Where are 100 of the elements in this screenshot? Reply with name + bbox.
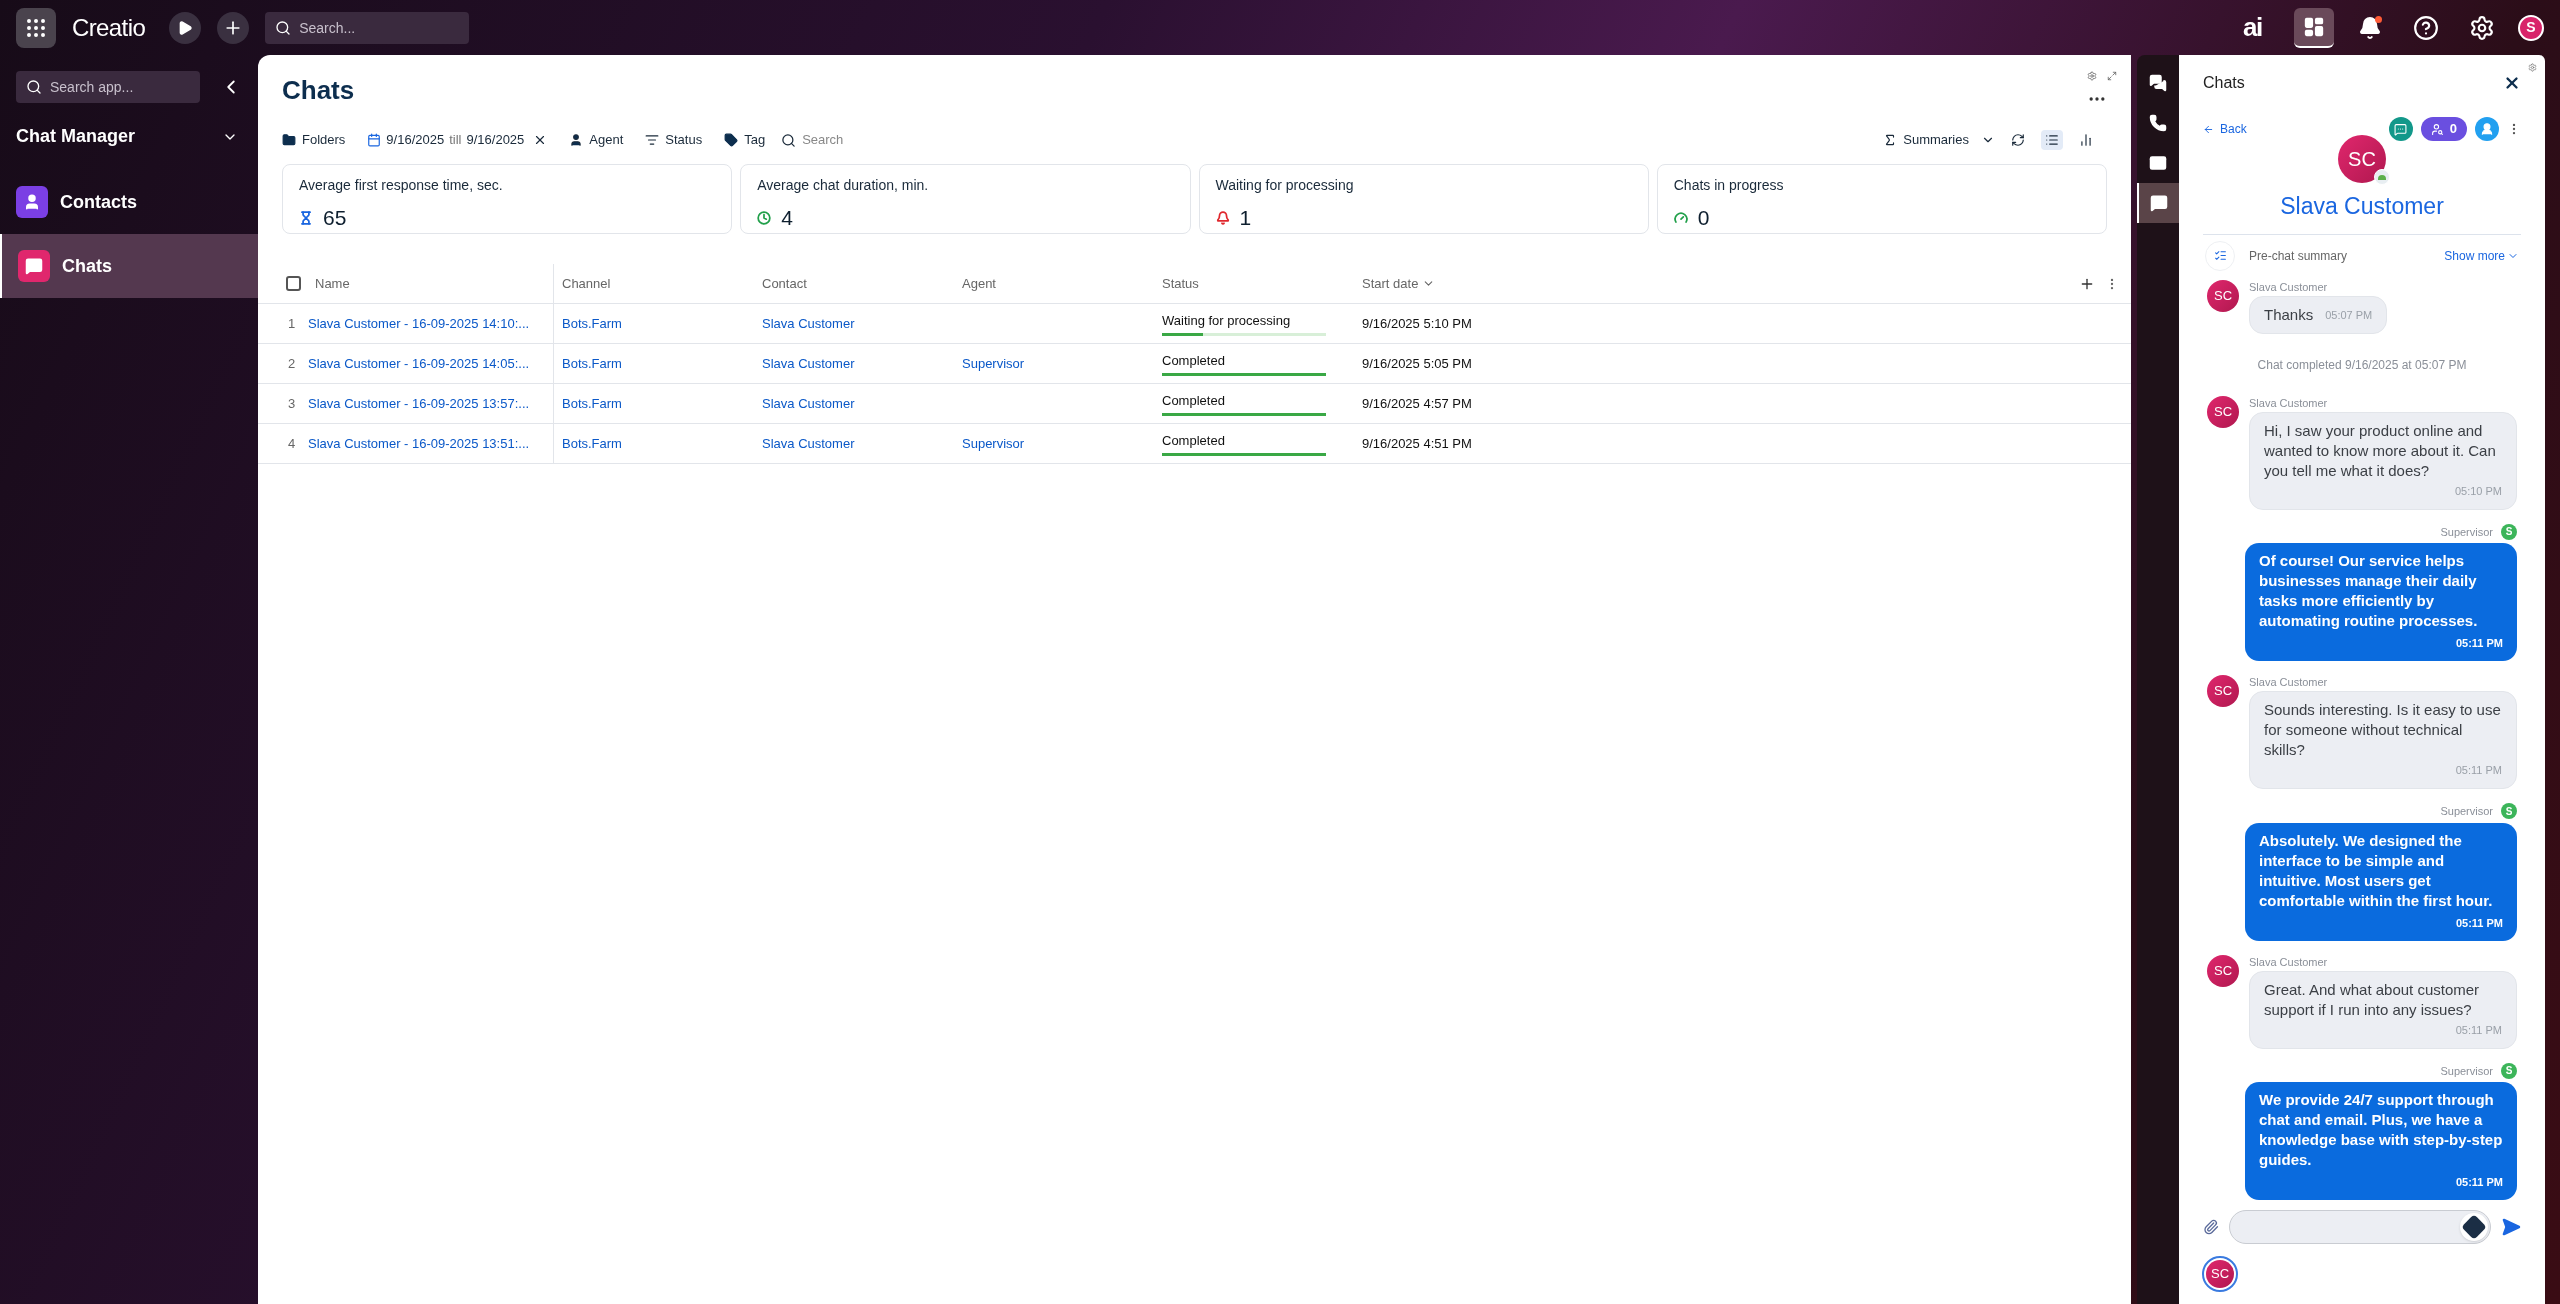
contact-name[interactable]: Slava Customer [2280, 189, 2444, 224]
row-number: 1 [288, 314, 297, 333]
close-icon[interactable] [2503, 74, 2521, 92]
dashboard-icon [2303, 15, 2325, 38]
refresh-icon[interactable] [2011, 133, 2025, 147]
sender-name: Slava Customer [2249, 279, 2328, 294]
settings-icon[interactable] [2528, 63, 2537, 72]
message-text: Of course! Our service helps businesses manage their daily tasks more efficiently by automating routine processes. [2259, 552, 2478, 629]
select-all-checkbox[interactable] [286, 276, 301, 291]
app-menu-button[interactable] [16, 7, 56, 48]
card-label: Average chat duration, min. [757, 176, 930, 195]
channel-link[interactable]: Bots.Farm [562, 315, 622, 331]
status-text: Completed [1162, 391, 1226, 410]
message-time: 05:10 PM [2454, 483, 2502, 499]
workplace-title: Chat Manager [16, 125, 136, 148]
sender-avatar: SC [2207, 395, 2239, 428]
sender-name: Slava Customer [2249, 675, 2328, 689]
chart-view-icon[interactable] [2079, 133, 2093, 147]
column-header: Agent [962, 274, 996, 293]
contact-link[interactable]: Slava Customer [762, 315, 855, 331]
message-text: Great. And what about customer support if I run into any issues? [2264, 979, 2481, 1020]
contact-link[interactable]: Slava Customer [762, 395, 855, 411]
sender-avatar: SC [2207, 279, 2239, 312]
date-filter[interactable]: 9/16/2025 till 9/16/2025 [367, 130, 548, 150]
status-filter[interactable]: Status [645, 130, 703, 150]
transfer-icon[interactable] [2475, 117, 2499, 141]
search-icon [275, 19, 292, 36]
sender-name: Slava Customer [2249, 395, 2328, 410]
participants-button[interactable]: 0 [2420, 117, 2467, 141]
play-icon [177, 19, 194, 36]
app-search-field[interactable]: Search app... [16, 71, 200, 103]
back-link[interactable]: Back [2203, 120, 2247, 138]
apps-button[interactable] [2294, 7, 2334, 48]
search-field[interactable]: Search... [265, 11, 470, 44]
user-avatar[interactable]: S [2518, 14, 2544, 41]
sender-avatar: SC [2207, 675, 2239, 707]
person-icon [569, 133, 584, 147]
date-to: 9/16/2025 [466, 131, 525, 150]
status-text: Completed [1162, 431, 1226, 450]
channel-link[interactable]: Bots.Farm [562, 355, 622, 371]
contact-link[interactable]: Slava Customer [762, 435, 855, 451]
send-icon[interactable] [2501, 1217, 2521, 1237]
sidebar-item[interactable]: Chats [0, 234, 258, 298]
message-time: 05:11 PM [2454, 915, 2503, 931]
status-text: Waiting for processing [1162, 311, 1292, 330]
sidebar-item[interactable]: Contacts [0, 170, 258, 234]
card-value: 65 [323, 205, 347, 231]
sender-name: Supervisor [2440, 1063, 2493, 1079]
message-text: Hi, I saw your product online and wanted to know more about it. Can you tell me what it does? [2264, 420, 2497, 481]
name-link[interactable]: Slava Customer - 16-09-2025 14:10:... [308, 313, 530, 334]
agent-filter[interactable]: Agent [569, 130, 624, 150]
tag-filter[interactable]: Tag [724, 130, 766, 150]
show-more-link[interactable]: Show more [2444, 246, 2519, 265]
contact-avatar: SC [2338, 135, 2386, 183]
date-separator: till [449, 131, 462, 150]
card-label: Average first response time, sec. [299, 176, 504, 195]
agent-link[interactable]: Supervisor [962, 435, 1025, 451]
column-header: Contact [762, 274, 807, 293]
search-field[interactable]: Search [802, 130, 923, 150]
column-header: Channel [562, 274, 611, 293]
chat-icon [2150, 194, 2168, 212]
panel-title: Chats [2203, 73, 2245, 93]
channel-link[interactable]: Bots.Farm [562, 395, 622, 411]
folders-button[interactable]: Folders [282, 130, 346, 150]
ai-button[interactable]: ai [2242, 8, 2262, 47]
add-button[interactable] [217, 11, 250, 44]
list-view-button[interactable] [2041, 130, 2063, 150]
card-value: 4 [781, 205, 793, 231]
message-input[interactable] [2229, 1210, 2491, 1244]
name-link[interactable]: Slava Customer - 16-09-2025 14:05:... [308, 353, 530, 374]
message-time: 05:11 PM [2454, 636, 2503, 651]
pre-chat-label: Pre-chat summary [2249, 247, 2348, 265]
message-time: 05:11 PM [2455, 763, 2502, 778]
card-label: Waiting for processing [1215, 176, 1355, 195]
name-link[interactable]: Slava Customer - 16-09-2025 13:51:... [308, 433, 530, 454]
name-link[interactable]: Slava Customer - 16-09-2025 13:57:... [308, 393, 530, 414]
arrow-left-icon [2203, 123, 2214, 135]
chats-icon [2149, 74, 2167, 92]
list-icon [2045, 133, 2059, 147]
agent-avatar: S [2501, 1062, 2517, 1079]
agent-avatar: S [2501, 523, 2517, 540]
agent-link[interactable]: Supervisor [962, 355, 1025, 371]
start-date: 9/16/2025 5:10 PM [1362, 315, 1472, 331]
summaries-button[interactable]: Summaries [1883, 130, 1995, 150]
sender-name: Supervisor [2440, 524, 2493, 540]
settings-icon[interactable] [2087, 71, 2097, 81]
play-button[interactable] [169, 11, 202, 44]
chat-status-icon[interactable] [2388, 117, 2413, 141]
card-label: Chats in progress [1673, 176, 1785, 195]
start-date: 9/16/2025 4:51 PM [1362, 435, 1472, 451]
contact-link[interactable]: Slava Customer [762, 355, 855, 371]
assistant-icon[interactable] [2460, 1213, 2488, 1241]
row-number: 4 [288, 434, 297, 453]
column-header: Start date [1362, 274, 1419, 293]
channel-link[interactable]: Bots.Farm [562, 435, 622, 451]
attach-icon[interactable] [2203, 1219, 2219, 1235]
expand-icon[interactable] [2107, 71, 2117, 81]
communication-tab[interactable] [2137, 183, 2179, 223]
column-header: Status [1162, 274, 1199, 293]
agent-avatar: S [2501, 803, 2517, 820]
